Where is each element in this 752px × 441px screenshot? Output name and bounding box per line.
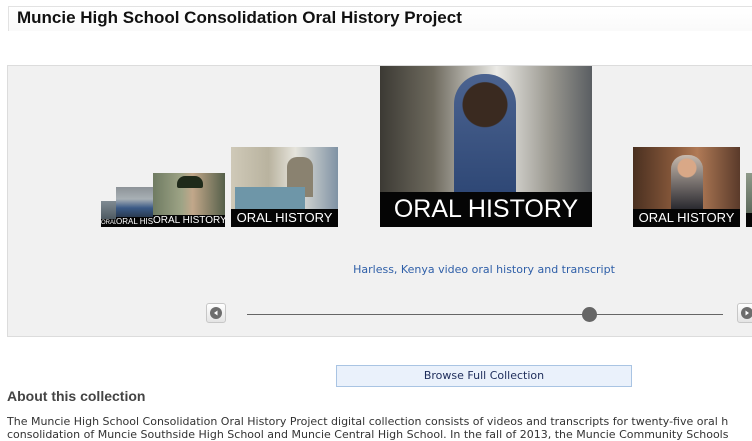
featured-video[interactable]: ORAL HISTORY (380, 66, 592, 227)
left-arrow-icon (210, 307, 222, 319)
thumbnail-video-4[interactable]: ORAL HISTORY (231, 147, 338, 227)
person-graphic (671, 155, 703, 209)
cap-graphic (177, 176, 203, 188)
coverflow-carousel[interactable]: ORAL HIS ORAL HIST ORAL HISTORY ORAL HIS… (7, 65, 752, 337)
featured-band: ORAL HISTORY (380, 192, 592, 227)
prev-button[interactable] (206, 303, 226, 323)
about-paragraph-line-2: consolidation of Muncie Southside High S… (7, 428, 729, 441)
thumbnail-band: ORAL HISTORY (153, 215, 225, 227)
title-bar: Muncie High School Consolidation Oral Hi… (8, 6, 752, 31)
thumbnail-band (746, 213, 752, 227)
thumbnail-video-5[interactable]: ORAL HISTORY (633, 147, 740, 227)
next-button[interactable] (737, 303, 752, 323)
carousel-slider-knob[interactable] (582, 307, 598, 322)
about-heading: About this collection (7, 388, 146, 404)
carousel-slider-track[interactable] (247, 314, 723, 315)
thumbnail-band: ORAL HISTORY (633, 209, 740, 227)
about-paragraph: The Muncie High School Consolidation Ora… (7, 415, 752, 441)
page-title: Muncie High School Consolidation Oral Hi… (17, 8, 462, 27)
about-paragraph-line-1: The Muncie High School Consolidation Ora… (7, 415, 729, 428)
person-graphic (454, 74, 516, 192)
thumbnail-band: ORAL HISTORY (231, 209, 338, 227)
browse-full-collection-button[interactable]: Browse Full Collection (336, 365, 632, 387)
thumbnail-video-6[interactable] (746, 173, 752, 227)
table-graphic (235, 187, 305, 209)
right-arrow-icon (741, 307, 752, 319)
thumbnail-video-3[interactable]: ORAL HISTORY (153, 173, 225, 227)
selected-item-caption[interactable]: Harless, Kenya video oral history and tr… (8, 263, 752, 276)
